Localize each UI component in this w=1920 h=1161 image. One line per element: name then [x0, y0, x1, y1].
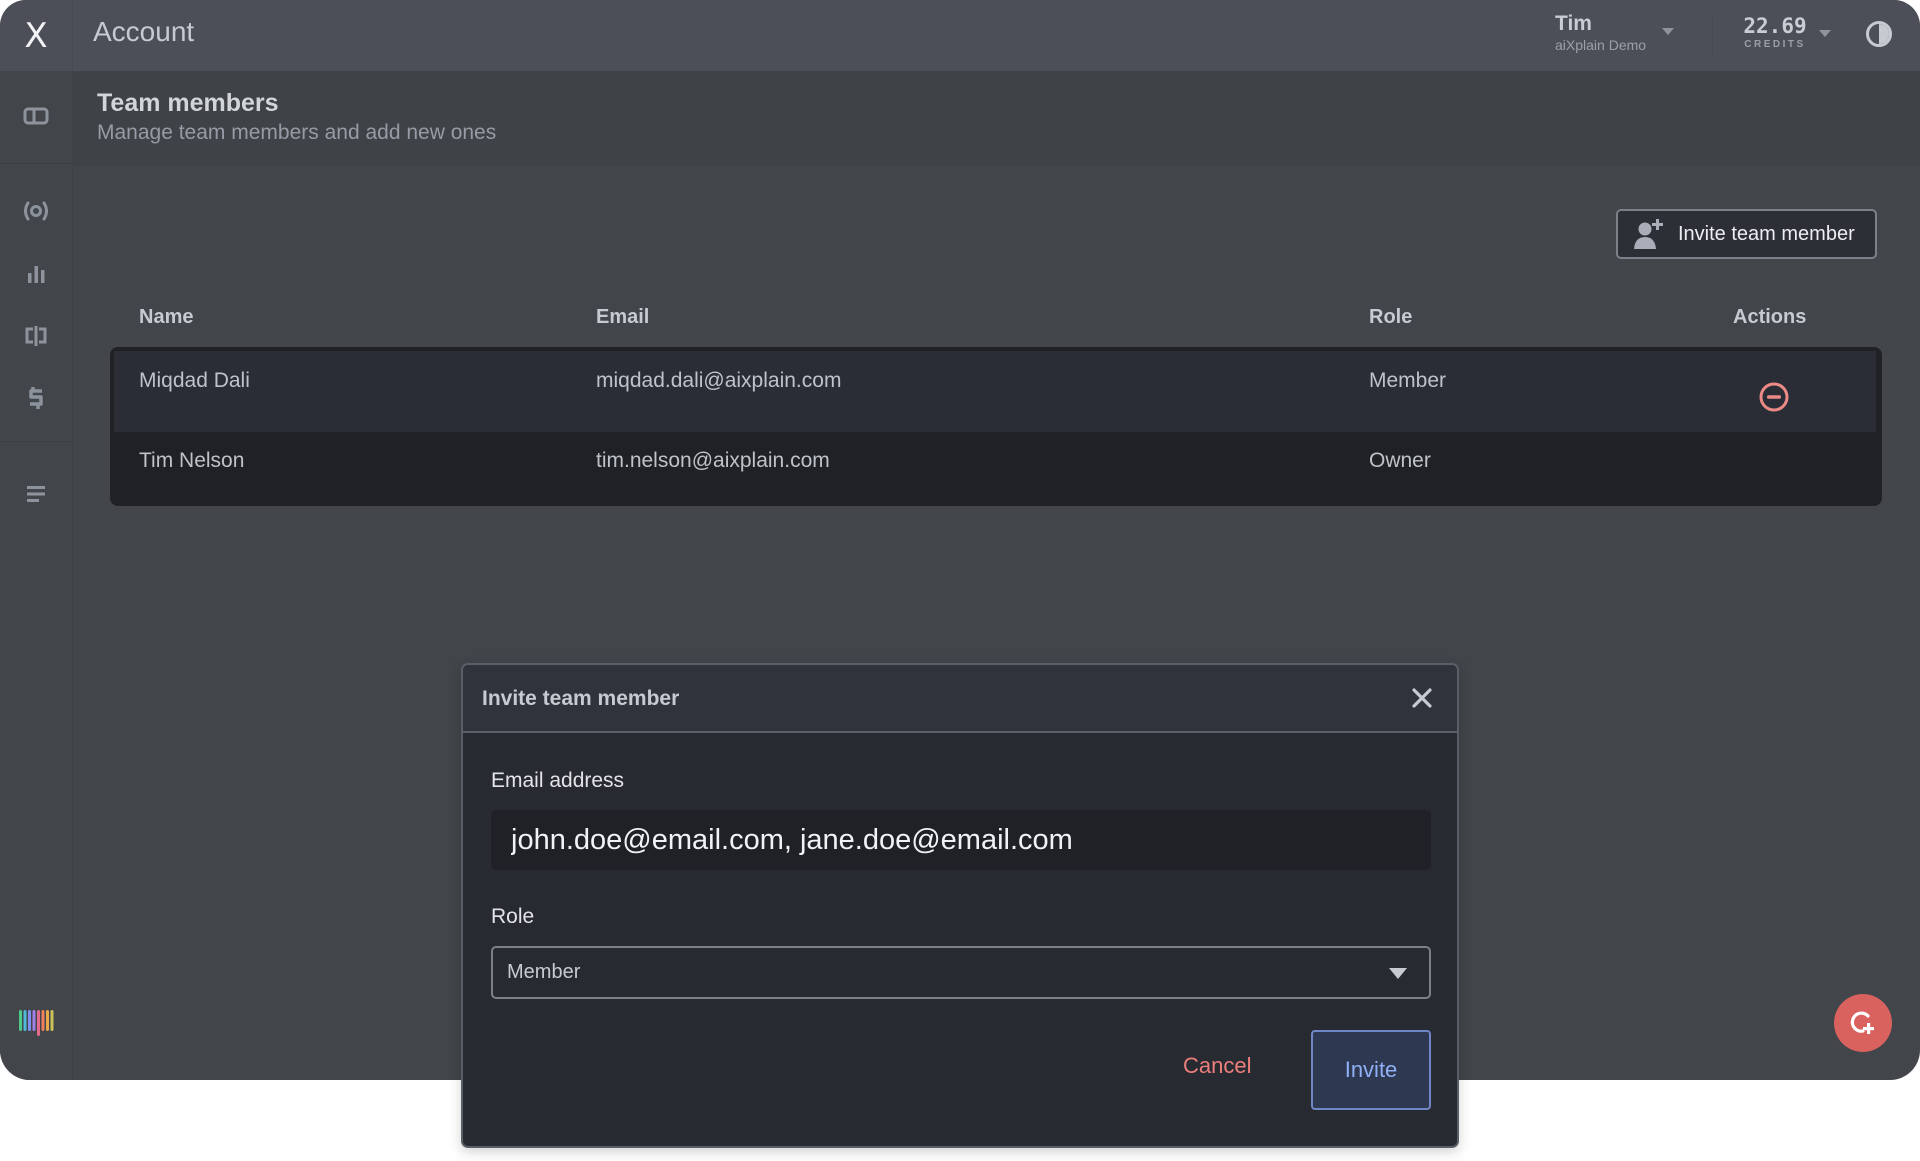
user-menu[interactable]: Tim aiXplain Demo [1555, 12, 1675, 53]
dialog-header: Invite team member [463, 665, 1457, 733]
column-header-email: Email [596, 306, 650, 328]
chat-plus-icon [1850, 1011, 1874, 1034]
invite-button-label: Invite team member [1678, 222, 1855, 245]
app-section-title: Account [93, 16, 195, 47]
sidebar-divider [0, 163, 73, 164]
bar-chart-icon[interactable] [20, 258, 52, 290]
split-view-icon[interactable] [20, 320, 52, 352]
column-header-name: Name [139, 306, 194, 328]
close-icon[interactable] [1407, 683, 1437, 713]
remove-circle-icon[interactable] [1758, 381, 1790, 413]
cancel-button[interactable]: Cancel [1183, 1053, 1251, 1079]
page-title: Team members [97, 89, 279, 117]
team-members-table: Miqdad Dali miqdad.dali@aixplain.com Mem… [110, 347, 1882, 506]
email-field[interactable] [491, 810, 1431, 870]
logo-home-link[interactable]: X [0, 0, 73, 71]
role-field-label: Role [491, 905, 535, 928]
theme-toggle-icon[interactable] [1866, 21, 1892, 47]
user-organization: aiXplain Demo [1555, 37, 1647, 53]
member-email: tim.nelson@aixplain.com [596, 449, 830, 472]
credits-value: 22.69 [1743, 14, 1807, 38]
credits-display[interactable]: 22.69 CREDITS [1735, 14, 1815, 50]
invite-dialog: Invite team member Email address Role Me… [461, 663, 1459, 1148]
app-logo: X [24, 15, 48, 56]
sidebar-divider [0, 441, 73, 442]
dialog-title: Invite team member [482, 687, 680, 710]
page-subtitle: Manage team members and add new ones [97, 121, 497, 144]
rainbow-chat-logo-icon[interactable] [17, 1003, 55, 1041]
member-name: Tim Nelson [139, 449, 245, 472]
top-bar: X Account Tim aiXplain Demo 22.69 CREDIT… [0, 0, 1920, 71]
help-chat-button[interactable] [1834, 994, 1892, 1052]
sidebar [0, 71, 73, 1080]
member-role: Member [1369, 369, 1447, 392]
dollar-icon[interactable] [20, 382, 52, 414]
column-header-actions: Actions [1733, 306, 1807, 328]
user-menu-caret-icon[interactable] [1662, 28, 1674, 35]
table-row[interactable]: Tim Nelson tim.nelson@aixplain.com Owner [110, 432, 1882, 506]
add-user-icon [1634, 219, 1663, 249]
credits-label: CREDITS [1744, 39, 1806, 50]
page-header: Team members Manage team members and add… [74, 71, 1920, 166]
role-select[interactable]: Member [491, 946, 1431, 999]
role-selected-value: Member [507, 961, 581, 983]
header-divider [1712, 14, 1713, 58]
broadcast-icon[interactable] [20, 195, 52, 227]
email-field-label: Email address [491, 769, 625, 792]
dashboard-panel-icon[interactable] [20, 100, 52, 132]
member-name: Miqdad Dali [139, 369, 250, 392]
member-email: miqdad.dali@aixplain.com [596, 369, 842, 392]
member-role: Owner [1369, 449, 1431, 472]
user-name: Tim [1555, 12, 1592, 35]
invite-button[interactable]: Invite [1311, 1030, 1431, 1110]
column-header-role: Role [1369, 306, 1413, 328]
table-row[interactable]: Miqdad Dali miqdad.dali@aixplain.com Mem… [114, 351, 1876, 432]
credits-caret-icon[interactable] [1819, 30, 1831, 37]
menu-lines-icon[interactable] [20, 478, 52, 510]
chevron-down-icon [1389, 968, 1407, 979]
invite-team-member-button[interactable]: Invite team member [1616, 209, 1877, 259]
